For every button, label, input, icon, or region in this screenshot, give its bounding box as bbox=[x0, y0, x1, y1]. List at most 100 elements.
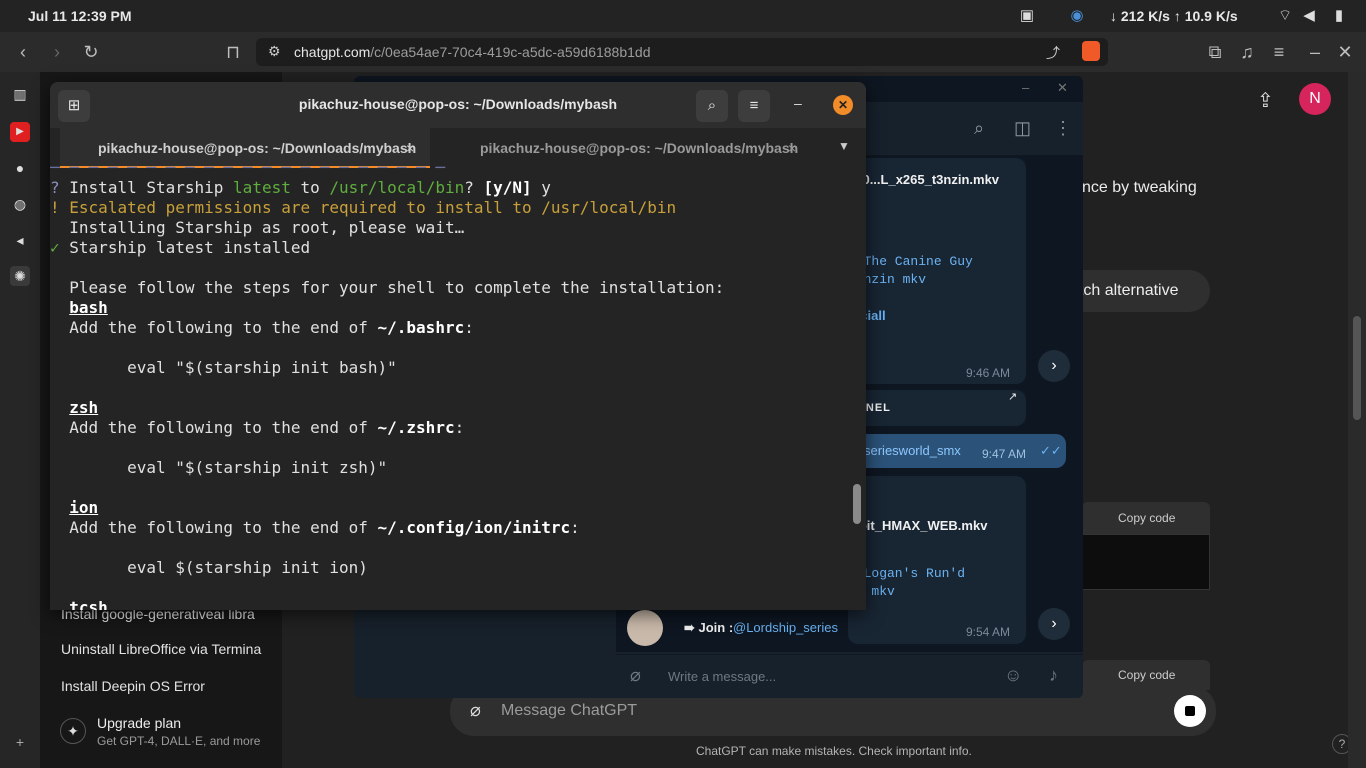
audio-icon[interactable]: ◂ bbox=[10, 230, 30, 250]
code-block-body bbox=[1082, 534, 1210, 590]
message-fragment: nce by tweaking bbox=[1082, 179, 1197, 196]
menu-icon[interactable]: ≡ bbox=[1268, 41, 1290, 63]
terminal-output[interactable]: ─ ─ ─ ─ ─ ─ ─ ─ ─ ─ ─ ─ ─ ─ ─ ─ ─ ─ ─ ─ … bbox=[50, 158, 866, 610]
sender-avatar[interactable] bbox=[627, 610, 663, 646]
t-text: ~/.config/ion/initrc bbox=[377, 518, 571, 537]
terminal-line: Add the following to the end of ~/.bashr… bbox=[50, 318, 474, 338]
cut-off-line: ─ ─ ─ ─ ─ ─ ─ ─ ─ ─ ─ ─ ─ ─ ─ ─ ─ ─ ─ ─ … bbox=[50, 158, 445, 177]
microphone-icon[interactable]: ♪ bbox=[1049, 665, 1058, 686]
share-chat-icon[interactable]: ⇪ bbox=[1257, 88, 1274, 113]
terminal-titlebar: ⊞ pikachuz-house@pop-os: ~/Downloads/myb… bbox=[50, 82, 866, 128]
forward-icon[interactable]: › bbox=[46, 41, 68, 63]
wifi-icon[interactable]: ⌔ bbox=[1276, 7, 1294, 25]
reload-icon[interactable]: ↻ bbox=[80, 41, 102, 63]
upgrade-icon[interactable]: ✦ bbox=[60, 718, 86, 744]
message-link[interactable]: seriesworld_smx bbox=[864, 443, 961, 458]
join-link[interactable]: @Lordship_series bbox=[733, 620, 838, 635]
t-text: eval "$(starship init zsh)" bbox=[127, 458, 388, 477]
join-label: ➠ Join : bbox=[684, 620, 734, 635]
t-text: Starship latest installed bbox=[69, 238, 311, 257]
terminal-scrollbar-thumb[interactable] bbox=[853, 484, 861, 524]
back-icon[interactable]: ‹ bbox=[12, 41, 34, 63]
file-name[interactable]: .0bit_HMAX_WEB.mkv bbox=[848, 518, 987, 533]
t-text: [y/N] bbox=[483, 178, 532, 197]
brave-shield-icon[interactable] bbox=[1082, 41, 1100, 61]
github-icon[interactable]: ● bbox=[10, 158, 30, 178]
sidebar-panel-icon[interactable]: ▥ bbox=[10, 84, 30, 104]
bookmark-icon[interactable]: ⊓ bbox=[222, 41, 244, 63]
terminal-menu-icon[interactable]: ≡ bbox=[738, 90, 770, 122]
volume-icon[interactable]: ◀ bbox=[1300, 7, 1318, 25]
message-bubble[interactable]: 020...L_x265_t3nzin.mkv 5 The Canine Guy… bbox=[848, 158, 1026, 384]
t-text: Please follow the steps for your shell t… bbox=[69, 278, 725, 297]
prompt-marker: ? bbox=[50, 178, 60, 197]
tg-more-icon[interactable]: ⋮ bbox=[1054, 118, 1072, 139]
minimize-window-icon[interactable]: – bbox=[1304, 41, 1326, 63]
terminal-minimize-icon[interactable]: – bbox=[794, 95, 802, 111]
upgrade-plan-title[interactable]: Upgrade plan bbox=[97, 715, 181, 731]
terminal-close-icon[interactable]: ✕ bbox=[833, 95, 853, 115]
tg-search-icon[interactable]: ⌕ bbox=[974, 118, 984, 139]
url-path: /c/0ea54ae7-70c4-419c-a5dc-a59d6188b1dd bbox=[370, 44, 651, 60]
tg-close-icon[interactable]: ✕ bbox=[1057, 80, 1068, 96]
avatar[interactable]: N bbox=[1299, 83, 1331, 115]
attach-icon[interactable]: ⌀ bbox=[470, 700, 481, 721]
close-window-icon[interactable]: ✕ bbox=[1334, 41, 1356, 63]
copy-code-button[interactable]: Copy code bbox=[1118, 668, 1175, 682]
message-bubble[interactable]: .0bit_HMAX_WEB.mkv 3 Logan's Run'd EB mk… bbox=[848, 476, 1026, 644]
history-item[interactable]: Uninstall LibreOffice via Termina bbox=[61, 641, 271, 657]
page-scrollbar[interactable] bbox=[1348, 72, 1366, 768]
forward-button[interactable]: › bbox=[1038, 350, 1070, 382]
tab-close-icon[interactable]: × bbox=[788, 128, 796, 168]
tg-composer[interactable]: ⌀ Write a message... ☺ ♪ bbox=[616, 654, 1083, 698]
emoji-icon[interactable]: ☺ bbox=[1004, 665, 1022, 686]
battery-icon[interactable]: ▮ bbox=[1330, 7, 1348, 25]
t-text: y bbox=[531, 178, 551, 197]
stop-button[interactable] bbox=[1174, 695, 1206, 727]
own-message-bubble[interactable]: seriesworld_smx 9:47 AM ✓✓ bbox=[848, 434, 1066, 468]
t-text: Add the following to the end of bbox=[69, 418, 378, 437]
chatgpt-icon[interactable]: ✺ bbox=[10, 266, 30, 286]
terminal-line: Please follow the steps for your shell t… bbox=[50, 278, 724, 298]
terminal-line: eval $(starship init ion) bbox=[50, 558, 368, 578]
history-item[interactable]: Install Deepin OS Error bbox=[61, 678, 271, 694]
page-scrollbar-thumb[interactable] bbox=[1353, 316, 1361, 420]
tg-attach-icon[interactable]: ⌀ bbox=[630, 665, 641, 686]
media-icon[interactable]: ♫ bbox=[1236, 41, 1258, 63]
browser-tray-icon[interactable]: ◉ bbox=[1068, 7, 1086, 25]
message-time: 9:54 AM bbox=[966, 625, 1011, 639]
t-text: Escalated permissions are required to in… bbox=[69, 198, 677, 217]
terminal-search-icon[interactable]: ⌕ bbox=[696, 90, 728, 122]
copy-code-button[interactable]: Copy code bbox=[1118, 511, 1175, 525]
system-top-bar: Jul 11 12:39 PM ▣ ◉ ↓ 212 K/s ↑ 10.9 K/s… bbox=[0, 0, 1366, 32]
youtube-icon[interactable]: ▶ bbox=[10, 122, 30, 142]
tg-minimize-icon[interactable]: – bbox=[1022, 80, 1029, 95]
forward-button[interactable]: › bbox=[1038, 608, 1070, 640]
stop-icon bbox=[1185, 706, 1195, 716]
globe-icon[interactable]: ◍ bbox=[10, 194, 30, 214]
t-text: Installing Starship as root, please wait… bbox=[69, 218, 465, 237]
extensions-icon[interactable]: ⧉ bbox=[1204, 41, 1226, 63]
t-text: ~/.zshrc bbox=[377, 418, 455, 437]
tabs-dropdown-icon[interactable]: ▼ bbox=[838, 139, 850, 153]
site-settings-icon[interactable]: ⚙ bbox=[268, 43, 281, 60]
url-text: chatgpt.com/c/0ea54ae7-70c4-419c-a5dc-a5… bbox=[294, 44, 651, 60]
t-text: latest bbox=[233, 178, 291, 197]
add-panel-icon[interactable]: + bbox=[10, 732, 30, 752]
address-bar[interactable]: ⚙ chatgpt.com/c/0ea54ae7-70c4-419c-a5dc-… bbox=[256, 38, 1108, 66]
terminal-line: ✓ Starship latest installed bbox=[50, 238, 310, 258]
share-icon[interactable]: ⤴ bbox=[1046, 43, 1060, 63]
channel-button[interactable]: ANNEL ↗ bbox=[848, 390, 1026, 426]
screen-share-icon[interactable]: ▣ bbox=[1018, 7, 1036, 25]
tg-composer-placeholder: Write a message... bbox=[668, 669, 777, 684]
t-text: Add the following to the end of bbox=[69, 318, 378, 337]
system-clock[interactable]: Jul 11 12:39 PM bbox=[28, 8, 132, 24]
t-text: Install Starship bbox=[69, 178, 234, 197]
terminal-line: ion bbox=[50, 498, 98, 518]
terminal-line: Installing Starship as root, please wait… bbox=[50, 218, 464, 238]
network-speed: ↓ 212 K/s ↑ 10.9 K/s bbox=[1110, 8, 1238, 24]
tg-sidebar-icon[interactable]: ◫ bbox=[1014, 118, 1031, 139]
file-name[interactable]: 020...L_x265_t3nzin.mkv bbox=[848, 172, 999, 187]
terminal-tab[interactable]: pikachuz-house@pop-os: ~/Downloads/mybas… bbox=[440, 128, 810, 168]
shell-heading: tcsh bbox=[69, 598, 108, 610]
